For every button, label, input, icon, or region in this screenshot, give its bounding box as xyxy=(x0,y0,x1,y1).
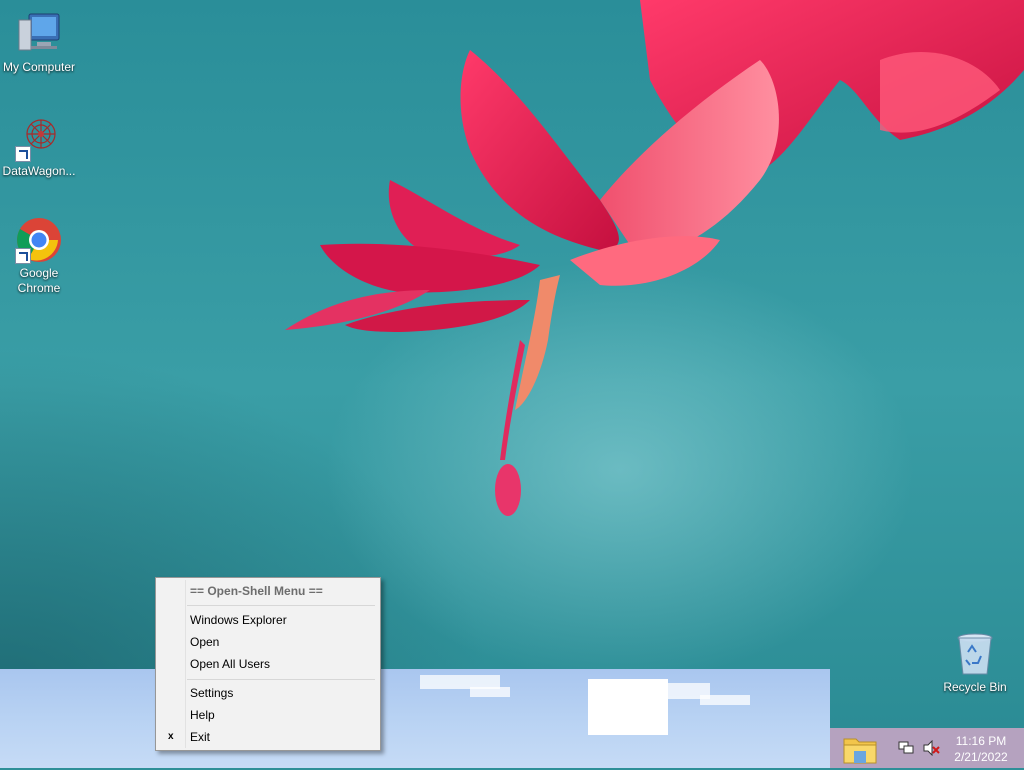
chrome-icon xyxy=(15,216,63,264)
menu-separator xyxy=(187,679,375,680)
shortcut-arrow-icon xyxy=(15,146,31,162)
clock-time: 11:16 PM xyxy=(955,734,1007,748)
menu-item-help[interactable]: Help xyxy=(158,704,378,726)
computer-icon xyxy=(15,10,63,58)
desktop-icon-label: Recycle Bin xyxy=(943,680,1007,694)
desktop-icon-recycle-bin[interactable]: Recycle Bin xyxy=(936,630,1014,695)
file-explorer-icon[interactable] xyxy=(842,733,878,765)
open-shell-context-menu: == Open-Shell Menu == Windows Explorer O… xyxy=(155,577,381,751)
menu-header-label: == Open-Shell Menu == xyxy=(190,584,323,598)
menu-item-windows-explorer[interactable]: Windows Explorer xyxy=(158,609,378,631)
datawagon-icon xyxy=(15,114,63,162)
menu-item-open-all-users[interactable]: Open All Users xyxy=(158,653,378,675)
taskbar-clock[interactable]: 11:16 PM 2/21/2022 xyxy=(946,733,1016,765)
recycle-bin-icon xyxy=(951,630,999,678)
exit-mark-icon: x xyxy=(168,731,174,742)
menu-item-settings[interactable]: Settings xyxy=(158,682,378,704)
menu-header: == Open-Shell Menu == xyxy=(158,580,378,602)
volume-muted-icon[interactable] xyxy=(922,739,940,757)
desktop-icon-my-computer[interactable]: My Computer xyxy=(0,10,78,75)
flower-wallpaper-image xyxy=(285,0,1024,516)
menu-item-exit[interactable]: x Exit xyxy=(158,726,378,748)
menu-separator xyxy=(187,605,375,606)
desktop-icon-google-chrome[interactable]: Google Chrome xyxy=(0,216,78,296)
shortcut-arrow-icon xyxy=(15,248,31,264)
desktop-icon-label: DataWagon... xyxy=(2,164,76,178)
network-icon[interactable] xyxy=(898,740,914,756)
desktop-icon-datawagon[interactable]: DataWagon... xyxy=(0,114,78,179)
taskbar xyxy=(0,669,830,768)
clock-date: 2/21/2022 xyxy=(954,750,1008,764)
desktop-icon-label: Google Chrome xyxy=(17,266,61,295)
desktop-icon-label: My Computer xyxy=(2,60,76,74)
menu-item-open[interactable]: Open xyxy=(158,631,378,653)
